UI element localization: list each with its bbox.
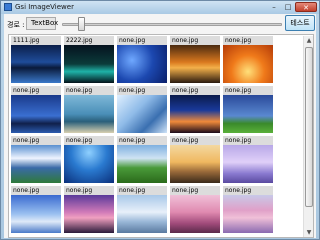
thumbnail-filename: none.jpg xyxy=(117,136,167,145)
thumbnail-image[interactable] xyxy=(170,195,220,233)
thumbnail-filename: none.jpg xyxy=(117,86,167,95)
title-bar[interactable]: Gsi ImageViewer – □ ✕ xyxy=(1,1,319,14)
thumbnail-filename: none.jpg xyxy=(170,186,220,195)
path-textbox[interactable]: TextBox xyxy=(26,17,58,30)
path-label: 경로 : xyxy=(7,21,25,29)
thumbnail-filename: none.jpg xyxy=(117,36,167,45)
thumbnail-tile[interactable]: none.jpg xyxy=(11,136,61,184)
thumbnail-filename: none.jpg xyxy=(11,136,61,145)
thumbnail-filename: none.jpg xyxy=(170,136,220,145)
thumbnail-tile[interactable]: none.jpg xyxy=(223,136,273,184)
thumbnail-image[interactable] xyxy=(223,95,273,133)
thumbnail-tile[interactable]: none.jpg xyxy=(11,186,61,234)
thumbnail-image[interactable] xyxy=(64,195,114,233)
thumbnail-filename: none.jpg xyxy=(64,136,114,145)
vertical-scrollbar[interactable]: ▲ ▼ xyxy=(303,36,313,237)
thumbnail-filename: none.jpg xyxy=(223,86,273,95)
thumbnail-image[interactable] xyxy=(11,45,61,83)
thumbnail-tile[interactable]: none.jpg xyxy=(117,36,167,84)
close-button[interactable]: ✕ xyxy=(295,2,317,12)
thumbnail-filename: none.jpg xyxy=(223,36,273,45)
minimize-button[interactable]: – xyxy=(267,2,281,12)
thumbnail-tile[interactable]: none.jpg xyxy=(117,136,167,184)
maximize-button[interactable]: □ xyxy=(281,2,295,12)
thumbnail-image[interactable] xyxy=(11,145,61,183)
scroll-down-button[interactable]: ▼ xyxy=(304,228,313,237)
thumbnail-filename: none.jpg xyxy=(64,86,114,95)
thumbnail-image[interactable] xyxy=(11,195,61,233)
test-button[interactable]: 테스트 xyxy=(285,15,315,31)
thumbnail-tile[interactable]: none.jpg xyxy=(223,86,273,134)
thumbnail-tile[interactable]: none.jpg xyxy=(223,186,273,234)
thumbnail-tile[interactable]: none.jpg xyxy=(11,86,61,134)
thumbnail-grid: 1111.jpg 2222.jpg none.jpg none.jpg none.jpg… xyxy=(10,36,302,237)
thumbnail-size-slider-thumb[interactable] xyxy=(78,17,85,31)
thumbnail-image[interactable] xyxy=(11,95,61,133)
thumbnail-tile[interactable]: none.jpg xyxy=(170,186,220,234)
thumbnail-image[interactable] xyxy=(170,95,220,133)
thumbnail-image[interactable] xyxy=(170,45,220,83)
thumbnail-filename: none.jpg xyxy=(11,186,61,195)
thumbnail-image[interactable] xyxy=(64,45,114,83)
scroll-thumb[interactable] xyxy=(305,47,313,207)
thumbnail-tile[interactable]: none.jpg xyxy=(170,86,220,134)
thumbnail-filename: none.jpg xyxy=(64,186,114,195)
thumbnail-tile[interactable]: none.jpg xyxy=(170,36,220,84)
thumbnail-image[interactable] xyxy=(223,195,273,233)
thumbnail-image[interactable] xyxy=(117,95,167,133)
thumbnail-image[interactable] xyxy=(64,95,114,133)
thumbnail-filename: 2222.jpg xyxy=(64,36,114,45)
thumbnail-tile[interactable]: none.jpg xyxy=(64,186,114,234)
thumbnail-filename: none.jpg xyxy=(11,86,61,95)
thumbnail-tile[interactable]: none.jpg xyxy=(223,36,273,84)
thumbnail-image[interactable] xyxy=(170,145,220,183)
thumbnail-tile[interactable]: none.jpg xyxy=(64,136,114,184)
thumbnail-filename: none.jpg xyxy=(170,86,220,95)
thumbnail-tile[interactable]: 2222.jpg xyxy=(64,36,114,84)
app-icon xyxy=(4,3,12,11)
thumbnail-tile[interactable]: none.jpg xyxy=(117,186,167,234)
thumbnail-size-slider-track[interactable] xyxy=(62,23,282,26)
thumbnail-image[interactable] xyxy=(223,145,273,183)
thumbnail-filename: none.jpg xyxy=(117,186,167,195)
thumbnail-image[interactable] xyxy=(117,195,167,233)
thumbnail-image[interactable] xyxy=(117,145,167,183)
toolbar: 경로 : TextBox 테스트 xyxy=(4,14,316,34)
thumbnail-image[interactable] xyxy=(64,145,114,183)
thumbnail-tile[interactable]: none.jpg xyxy=(117,86,167,134)
thumbnail-filename: none.jpg xyxy=(223,186,273,195)
thumbnail-filename: none.jpg xyxy=(223,136,273,145)
client-area: 경로 : TextBox 테스트 1111.jpg 2222.jpg none.jp… xyxy=(4,14,316,238)
window-title: Gsi ImageViewer xyxy=(15,3,74,11)
image-gallery: 1111.jpg 2222.jpg none.jpg none.jpg none.jpg… xyxy=(8,34,314,238)
thumbnail-image[interactable] xyxy=(223,45,273,83)
thumbnail-filename: 1111.jpg xyxy=(11,36,61,45)
thumbnail-filename: none.jpg xyxy=(170,36,220,45)
app-window: Gsi ImageViewer – □ ✕ 경로 : TextBox 테스트 1… xyxy=(0,0,320,240)
thumbnail-tile[interactable]: none.jpg xyxy=(64,86,114,134)
scroll-up-button[interactable]: ▲ xyxy=(304,36,313,46)
thumbnail-tile[interactable]: 1111.jpg xyxy=(11,36,61,84)
thumbnail-image[interactable] xyxy=(117,45,167,83)
thumbnail-tile[interactable]: none.jpg xyxy=(170,136,220,184)
